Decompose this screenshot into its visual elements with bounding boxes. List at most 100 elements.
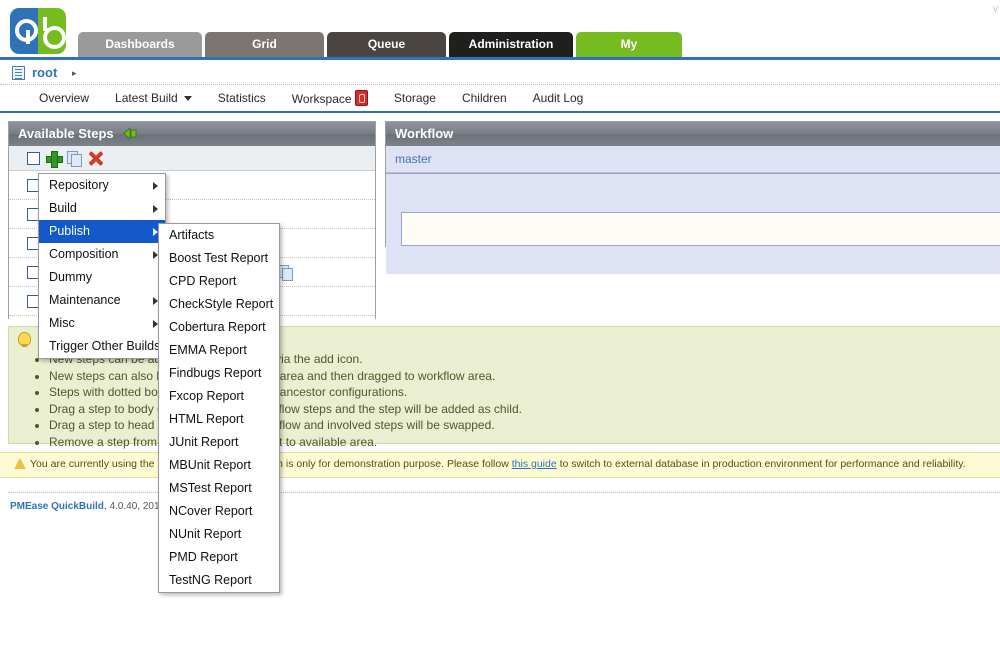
menu-label: Publish: [49, 224, 90, 238]
subnav-label: Overview: [39, 91, 90, 105]
menu-label: CheckStyle Report: [169, 297, 274, 311]
menu-label: EMMA Report: [169, 343, 247, 357]
footer-text: PMEase QuickBuild, 4.0.40, 2013, LICENSE: [0, 493, 1000, 512]
menu-label: PMD Report: [169, 550, 238, 564]
menu-label: Misc: [49, 316, 75, 330]
publish-submenu[interactable]: Artifacts Boost Test Report CPD Report C…: [158, 223, 280, 593]
panel-title: Available Steps: [18, 126, 114, 141]
submenu-item-mbunit-report[interactable]: MBUnit Report: [159, 454, 279, 477]
menu-label: JUnit Report: [169, 435, 239, 449]
menu-label: Maintenance: [49, 293, 121, 307]
logo-q-tail: [26, 30, 30, 44]
collapse-left-icon[interactable]: [123, 124, 138, 148]
subnav-item-workspace[interactable]: Workspace: [279, 90, 381, 106]
delete-step-icon[interactable]: [88, 151, 103, 166]
menu-label: NUnit Report: [169, 527, 242, 541]
subnav-label: Audit Log: [532, 91, 584, 105]
submenu-item-artifacts[interactable]: Artifacts: [159, 224, 279, 247]
menu-label: TestNG Report: [169, 573, 252, 587]
chevron-down-icon[interactable]: [183, 96, 192, 102]
menu-label: Fxcop Report: [169, 389, 245, 403]
configuration-icon: [12, 66, 25, 80]
menu-label: Repository: [49, 178, 109, 192]
workflow-master-label[interactable]: master: [386, 146, 1000, 173]
chevron-right-icon[interactable]: ▸: [72, 68, 77, 79]
submenu-item-fxcop-report[interactable]: Fxcop Report: [159, 385, 279, 408]
tab-administration[interactable]: Administration: [449, 32, 573, 57]
sub-navigation: Overview Latest Build Statistics Workspa…: [0, 86, 1000, 113]
subnav-label: Workspace: [291, 92, 352, 106]
menu-item-misc[interactable]: Misc: [39, 312, 165, 335]
menu-label: MSTest Report: [169, 481, 252, 495]
copy-step-icon[interactable]: [67, 150, 82, 167]
workflow-node[interactable]: [401, 212, 1000, 246]
subnav-label: Storage: [393, 91, 436, 105]
page-footer: PMEase QuickBuild, 4.0.40, 2013, LICENSE: [0, 492, 1000, 512]
menu-label: MBUnit Report: [169, 458, 251, 472]
submenu-item-testng-report[interactable]: TestNG Report: [159, 569, 279, 592]
steps-toolbar: [9, 146, 375, 171]
menu-label: Trigger Other Builds: [49, 339, 161, 353]
breadcrumb-root[interactable]: root: [32, 65, 57, 80]
submenu-item-junit-report[interactable]: JUnit Report: [159, 431, 279, 454]
add-step-icon[interactable]: [46, 150, 63, 168]
tab-queue[interactable]: Queue: [327, 32, 446, 57]
submenu-item-boost-test-report[interactable]: Boost Test Report: [159, 247, 279, 270]
menu-item-maintenance[interactable]: Maintenance: [39, 289, 165, 312]
top-right-fragment: v: [993, 4, 998, 15]
subnav-label: Statistics: [217, 91, 266, 105]
copy-icon[interactable]: [278, 264, 293, 281]
submenu-item-cobertura-report[interactable]: Cobertura Report: [159, 316, 279, 339]
footer-brand[interactable]: PMEase QuickBuild: [10, 501, 104, 512]
submenu-item-nunit-report[interactable]: NUnit Report: [159, 523, 279, 546]
menu-label: Findbugs Report: [169, 366, 262, 380]
submenu-item-emma-report[interactable]: EMMA Report: [159, 339, 279, 362]
lightbulb-icon: [18, 332, 31, 347]
subnav-item-children[interactable]: Children: [449, 91, 520, 105]
quickbuild-logo: [10, 8, 66, 54]
workspace-status-icon[interactable]: [354, 90, 368, 106]
database-warning-bar: You are currently using the embedded dat…: [0, 452, 1000, 478]
menu-item-trigger-other-builds[interactable]: Trigger Other Builds: [39, 335, 165, 358]
menu-label: Dummy: [49, 270, 93, 284]
submenu-item-cpd-report[interactable]: CPD Report: [159, 270, 279, 293]
submenu-arrow-icon: [153, 205, 158, 213]
workflow-canvas[interactable]: [386, 173, 1000, 274]
menu-item-composition[interactable]: Composition: [39, 243, 165, 266]
select-all-checkbox[interactable]: [27, 151, 40, 165]
submenu-item-ncover-report[interactable]: NCover Report: [159, 500, 279, 523]
submenu-item-findbugs-report[interactable]: Findbugs Report: [159, 362, 279, 385]
submenu-item-checkstyle-report[interactable]: CheckStyle Report: [159, 293, 279, 316]
submenu-item-mstest-report[interactable]: MSTest Report: [159, 477, 279, 500]
subnav-item-latest-build[interactable]: Latest Build: [102, 91, 205, 105]
tab-my[interactable]: My: [576, 32, 682, 57]
submenu-arrow-icon: [153, 182, 158, 190]
breadcrumb: root ▸: [0, 62, 1000, 86]
tab-grid[interactable]: Grid: [205, 32, 324, 57]
workflow-panel: Workflow master: [385, 121, 1000, 274]
submenu-item-html-report[interactable]: HTML Report: [159, 408, 279, 431]
menu-label: Artifacts: [169, 228, 215, 242]
available-steps-header: Available Steps: [9, 122, 375, 146]
warning-guide-link[interactable]: this guide: [512, 458, 557, 470]
subnav-item-overview[interactable]: Overview: [26, 91, 102, 105]
menu-item-publish[interactable]: Publish: [39, 220, 165, 243]
menu-item-repository[interactable]: Repository: [39, 174, 165, 197]
subnav-item-audit-log[interactable]: Audit Log: [520, 91, 597, 105]
add-step-context-menu[interactable]: Repository Build Publish Composition Dum…: [38, 173, 166, 359]
main-tabs: Dashboards Grid Queue Administration My: [78, 32, 682, 57]
submenu-item-pmd-report[interactable]: PMD Report: [159, 546, 279, 569]
menu-item-dummy[interactable]: Dummy: [39, 266, 165, 289]
warning-icon: [14, 458, 26, 469]
menu-label: Composition: [49, 247, 119, 261]
menu-label: Boost Test Report: [169, 251, 269, 265]
tab-dashboards[interactable]: Dashboards: [78, 32, 202, 57]
logo-b-stem: [43, 17, 47, 31]
warning-text-after: to switch to external database in produc…: [556, 458, 966, 470]
subnav-rule: [0, 111, 1000, 113]
menu-label: Build: [49, 201, 77, 215]
subnav-item-storage[interactable]: Storage: [381, 91, 449, 105]
subnav-item-statistics[interactable]: Statistics: [205, 91, 279, 105]
workflow-header: Workflow: [386, 122, 1000, 146]
menu-item-build[interactable]: Build: [39, 197, 165, 220]
